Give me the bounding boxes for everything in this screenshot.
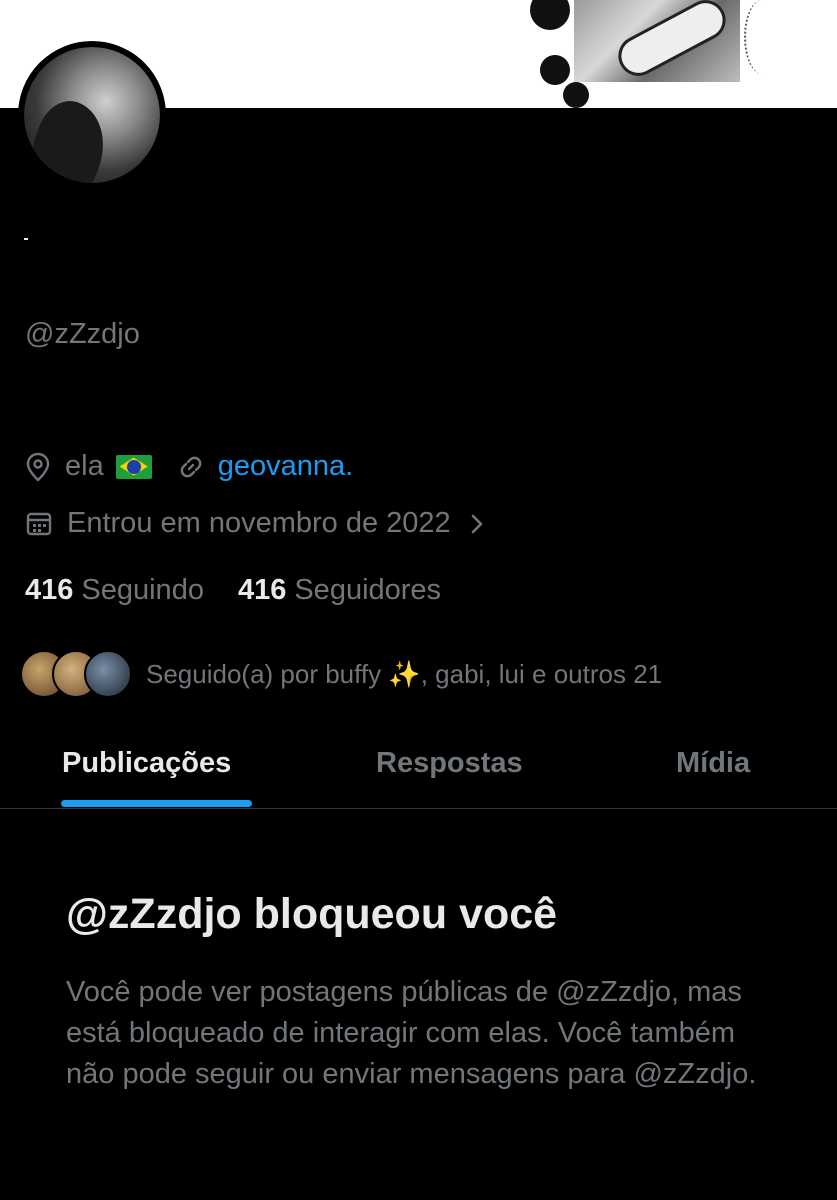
sparkle-emoji: ✨ [388, 658, 421, 689]
location-pin-icon [25, 452, 51, 482]
followers-label: Seguidores [294, 574, 442, 606]
banner-decoration [744, 0, 780, 74]
avatar-image [24, 47, 160, 183]
follower-avatar [84, 650, 132, 698]
followers-count: 416 [237, 574, 287, 606]
calendar-icon [25, 510, 53, 538]
active-tab-indicator [61, 800, 252, 807]
location-text: ela [65, 450, 104, 482]
blocked-description: Você pode ver postagens públicas de @zZz… [66, 976, 757, 1090]
guitar-image [611, 0, 733, 82]
tab-respostas[interactable]: Respostas [376, 747, 523, 780]
banner-polka-dot [563, 82, 589, 108]
chevron-right-icon [469, 512, 485, 536]
followers-stat[interactable]: 416 Seguidores [238, 574, 441, 607]
banner-photo [574, 0, 740, 82]
avatar-detail [24, 92, 118, 183]
joined-date-text: Entrou em novembro de 2022 [67, 507, 451, 539]
profile-handle: @zZzdjo [25, 318, 140, 350]
following-count: 416 [25, 574, 74, 606]
website-link[interactable]: geovanna. [218, 450, 353, 483]
followed-by-row[interactable]: Seguido(a) por buffy ✨, gabi, lui e outr… [20, 650, 662, 698]
blocked-title: @zZzdjo bloqueou você [66, 890, 558, 938]
followed-by-prefix: Seguido(a) por buffy [146, 658, 382, 689]
following-stat[interactable]: 416 Seguindo [25, 574, 204, 607]
profile-meta-location-link: ela geovanna. [25, 450, 353, 483]
profile-avatar[interactable] [18, 41, 166, 189]
followed-by-suffix: , gabi, lui e outros 21 [420, 658, 663, 689]
display-name [24, 238, 28, 240]
profile-tabs: Publicações Respostas Mídia [0, 733, 837, 809]
tab-midia[interactable]: Mídia [676, 747, 750, 780]
banner-polka-dot [530, 0, 570, 30]
follow-stats: 416 Seguindo 416 Seguidores [25, 574, 475, 607]
banner-polka-dot [540, 55, 570, 85]
link-icon [178, 454, 204, 480]
tab-publicacoes[interactable]: Publicações [62, 747, 231, 780]
following-label: Seguindo [81, 574, 204, 606]
joined-date-row[interactable]: Entrou em novembro de 2022 [25, 507, 485, 540]
brazil-flag-icon [115, 454, 152, 479]
